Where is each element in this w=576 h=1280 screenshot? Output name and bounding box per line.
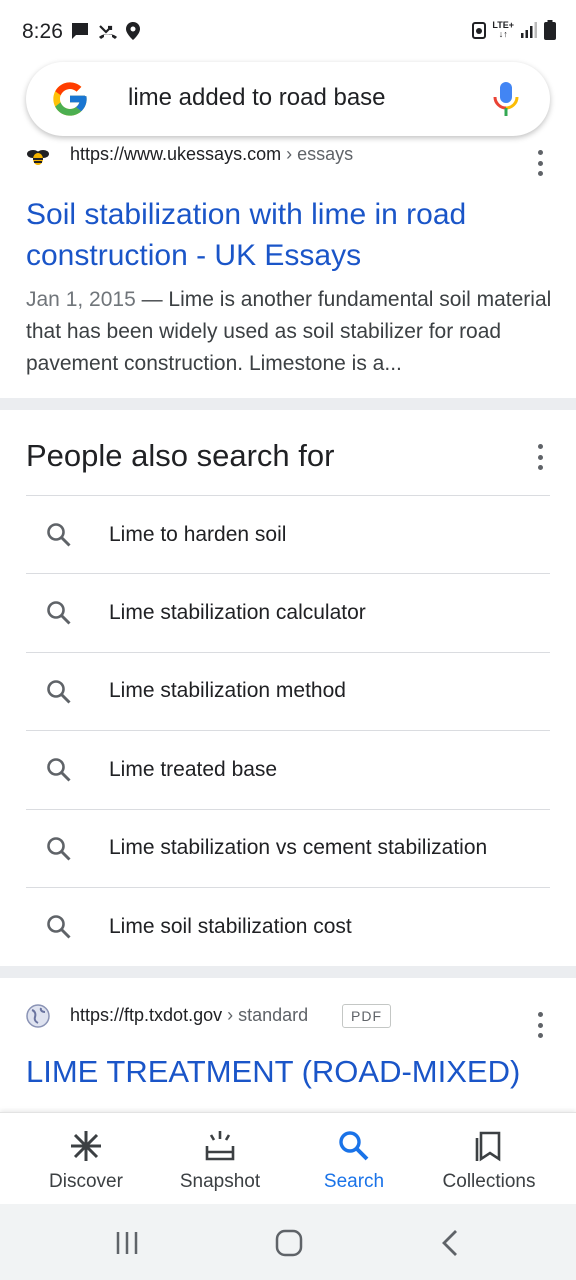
result-url-domain: https://ftp.txdot.gov — [70, 1005, 223, 1025]
related-search-item[interactable]: Lime to harden soil — [26, 495, 550, 573]
signal-icon — [521, 22, 537, 38]
file-type-badge: PDF — [342, 1004, 391, 1028]
result-url-domain: https://www.ukessays.com — [70, 144, 282, 164]
result-url[interactable]: https://ftp.txdot.gov › standard — [70, 1005, 308, 1026]
related-search-label: Lime stabilization method — [109, 679, 346, 703]
more-options-icon[interactable] — [530, 1012, 550, 1038]
nav-snapshot[interactable]: Snapshot — [148, 1113, 292, 1205]
nav-discover[interactable]: Discover — [14, 1113, 158, 1205]
search-icon — [47, 601, 71, 625]
search-icon — [47, 915, 71, 939]
section-divider — [0, 398, 576, 410]
nav-label: Discover — [49, 1171, 123, 1192]
nav-collections[interactable]: Collections — [417, 1113, 561, 1205]
nav-label: Search — [323, 1171, 385, 1192]
location-icon — [126, 22, 140, 40]
battery-icon — [544, 20, 556, 40]
more-options-icon[interactable] — [530, 444, 550, 470]
microphone-icon[interactable] — [492, 80, 520, 118]
related-search-label: Lime treated base — [109, 757, 278, 781]
result-snippet: Jan 1, 2015 — Lime is another fundamenta… — [26, 284, 556, 380]
result-date: Jan 1, 2015 — [26, 288, 136, 311]
related-search-label: Lime soil stabilization cost — [109, 914, 352, 938]
snapshot-icon — [205, 1131, 235, 1161]
google-logo-icon — [53, 82, 87, 116]
related-search-label: Lime stabilization vs cement stabilizati… — [109, 836, 488, 860]
related-search-item[interactable]: Lime treated base — [26, 730, 550, 808]
search-icon — [47, 836, 71, 861]
search-icon — [47, 523, 71, 547]
related-search-label: Lime stabilization calculator — [109, 601, 366, 625]
search-icon — [47, 679, 71, 704]
nav-label: Snapshot — [179, 1171, 261, 1192]
status-time: 8:26 — [22, 20, 63, 43]
people-also-search-section: People also search for Lime to harden so… — [0, 410, 576, 966]
nav-label: Collections — [442, 1171, 536, 1192]
globe-favicon-icon — [26, 1004, 50, 1028]
section-title: People also search for — [26, 438, 335, 473]
related-search-item[interactable]: Lime stabilization vs cement stabilizati… — [26, 808, 550, 887]
status-system-icons: LTE+ ↓↑ — [472, 20, 556, 40]
system-navigation-bar — [0, 1204, 576, 1280]
search-input[interactable]: lime added to road base — [128, 84, 386, 112]
back-icon[interactable] — [436, 1228, 466, 1258]
search-bar[interactable]: lime added to road base — [26, 62, 550, 136]
lte-indicator: LTE+ ↓↑ — [492, 20, 514, 39]
section-divider — [0, 966, 576, 978]
related-search-item[interactable]: Lime soil stabilization cost — [26, 886, 550, 965]
search-result-2: https://ftp.txdot.gov › standard PDF LIM… — [0, 978, 576, 1112]
collections-icon — [475, 1131, 501, 1162]
status-bar: 8:26 LTE+ ↓↑ — [0, 0, 576, 66]
search-result-1: https://www.ukessays.com › essays Soil s… — [0, 136, 576, 398]
result-title-link[interactable]: Soil stabilization with lime in road con… — [26, 194, 546, 276]
search-icon — [47, 758, 71, 782]
result-title-link[interactable]: LIME TREATMENT (ROAD-MIXED) — [26, 1054, 520, 1090]
recent-apps-icon[interactable] — [112, 1228, 142, 1258]
data-saver-icon — [472, 22, 487, 39]
search-icon — [339, 1131, 369, 1161]
nav-search[interactable]: Search — [282, 1113, 426, 1205]
ukessays-favicon-icon — [27, 150, 49, 165]
result-url[interactable]: https://www.ukessays.com › essays — [70, 144, 353, 165]
related-search-label: Lime to harden soil — [109, 522, 287, 546]
discover-icon — [71, 1131, 101, 1161]
network-type: LTE+ — [492, 20, 514, 30]
result-url-breadcrumb: › essays — [281, 144, 354, 164]
related-search-item[interactable]: Lime stabilization method — [26, 651, 550, 730]
related-search-item[interactable]: Lime stabilization calculator — [26, 573, 550, 651]
message-icon — [72, 23, 88, 39]
result-url-breadcrumb: › standard — [222, 1005, 309, 1025]
related-searches-list: Lime to harden soil Lime stabilization c… — [26, 495, 550, 965]
missed-call-icon — [99, 25, 117, 39]
status-notification-icons — [70, 22, 140, 40]
bottom-navigation: Discover Snapshot Search Collections — [0, 1112, 576, 1204]
more-options-icon[interactable] — [530, 150, 550, 176]
home-icon[interactable] — [274, 1228, 304, 1258]
